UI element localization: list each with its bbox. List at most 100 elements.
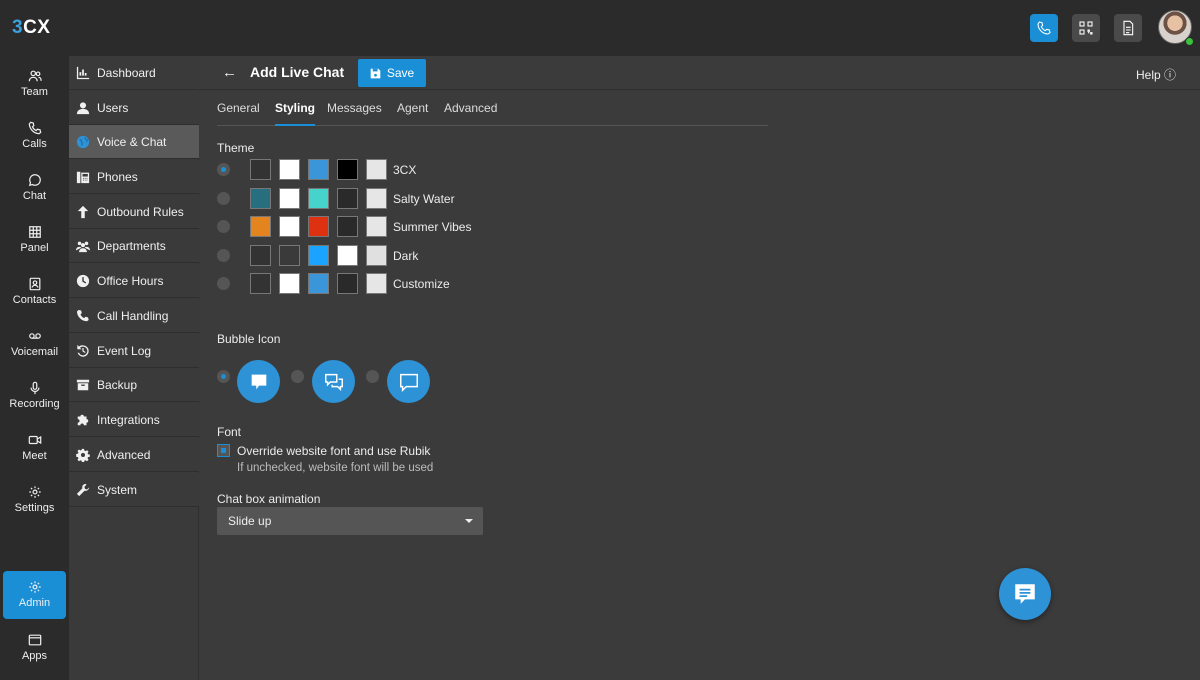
theme-swatch [308, 273, 329, 295]
nav-item-departments[interactable]: Departments [69, 229, 199, 263]
nav-item-backup[interactable]: Backup [69, 368, 199, 402]
nav-item-dashboard[interactable]: Dashboard [69, 56, 199, 90]
bubble-icon-radio-1[interactable] [217, 370, 230, 383]
nav-item-voice-chat[interactable]: Voice & Chat [69, 125, 199, 159]
theme-radio-3[interactable] [217, 220, 230, 234]
rail-item-chat[interactable]: Chat [0, 164, 69, 214]
rail-item-label: Admin [18, 597, 51, 609]
rail-item-settings[interactable]: Settings [0, 476, 69, 526]
puzzle-icon [77, 414, 89, 425]
rail-item-contacts[interactable]: Contacts [0, 268, 69, 318]
nav-item-label: Phones [97, 169, 138, 184]
nav-item-event-log[interactable]: Event Log [69, 334, 199, 368]
theme-swatch [366, 216, 387, 238]
theme-name-label[interactable]: Summer Vibes [393, 220, 471, 234]
tab-advanced[interactable]: Advanced [444, 101, 497, 126]
back-arrow-icon[interactable]: ← [222, 64, 237, 81]
nav-item-label: Outbound Rules [97, 204, 184, 219]
chat-bubble-filled-icon [251, 374, 266, 389]
theme-swatch [337, 244, 358, 266]
bubble-option-1[interactable] [237, 360, 280, 403]
qr-code-button[interactable] [1072, 14, 1100, 42]
theme-name-label[interactable]: 3CX [393, 163, 416, 177]
nav-item-label: Call Handling [97, 308, 169, 323]
save-button[interactable]: Save [358, 59, 426, 87]
rail-item-label: Settings [14, 502, 55, 514]
tab-styling[interactable]: Styling [275, 101, 316, 126]
app-logo[interactable]: 3CX [12, 17, 50, 39]
theme-radio-1[interactable] [217, 163, 230, 176]
theme-name-label[interactable]: Salty Water [393, 192, 455, 206]
phone-icon [1037, 21, 1051, 35]
help-link[interactable]: Help ⓘ [1136, 66, 1176, 83]
nav-item-label: Users [97, 100, 129, 115]
chat-box-animation-select[interactable]: Slide up [217, 507, 483, 535]
nav-item-label: Voice & Chat [97, 134, 167, 149]
arrow-up-icon [77, 205, 89, 218]
rail-item-admin[interactable]: Admin [3, 571, 66, 619]
theme-swatch [308, 244, 329, 266]
window-icon [28, 634, 41, 646]
tab-messages[interactable]: Messages [327, 101, 382, 126]
font-label: Font [217, 425, 242, 439]
tab-bar: General Styling Messages Agent Advanced [217, 96, 768, 126]
rail-item-meet[interactable]: Meet [0, 424, 69, 474]
override-font-label[interactable]: Override website font and use Rubik [237, 444, 430, 458]
top-bar: 3CX [0, 0, 1200, 56]
select-value: Slide up [228, 514, 272, 528]
rail-item-voicemail[interactable]: Voicemail [0, 320, 69, 370]
nav-item-advanced[interactable]: Advanced [69, 438, 199, 472]
rail-item-apps[interactable]: Apps [0, 624, 69, 674]
theme-name-label[interactable]: Dark [393, 249, 418, 263]
nav-item-system[interactable]: System [69, 473, 199, 507]
grid-icon [28, 226, 41, 238]
theme-radio-5[interactable] [217, 277, 230, 291]
rail-item-calls[interactable]: Calls [0, 112, 69, 162]
theme-swatch [250, 244, 271, 266]
document-button[interactable] [1114, 14, 1142, 42]
bubble-option-2[interactable] [312, 360, 355, 403]
desk-phone-icon [76, 171, 90, 183]
rail-item-label: Meet [22, 450, 47, 462]
page-header: ← Add Live Chat Save Help ⓘ [200, 56, 1200, 90]
live-chat-preview-button[interactable] [999, 568, 1051, 620]
chat-bubble-outline-icon [399, 373, 418, 392]
theme-swatch [279, 273, 300, 295]
nav-item-outbound-rules[interactable]: Outbound Rules [69, 195, 199, 229]
theme-swatch [250, 216, 271, 238]
phone-button[interactable] [1030, 14, 1058, 42]
bubble-icon-radio-3[interactable] [366, 370, 379, 383]
tab-agent[interactable]: Agent [397, 101, 428, 126]
nav-item-office-hours[interactable]: Office Hours [69, 264, 199, 298]
theme-swatch [279, 187, 300, 209]
rail-item-recording[interactable]: Recording [0, 372, 69, 422]
bubble-option-3[interactable] [387, 360, 430, 403]
nav-item-label: Integrations [97, 412, 160, 427]
left-rail: Team Calls Chat Panel Contacts Voicemail… [0, 56, 69, 680]
rail-item-label: Panel [20, 242, 49, 254]
nav-item-label: Backup [97, 377, 138, 392]
clock-icon [76, 274, 90, 287]
theme-swatch [250, 187, 271, 209]
nav-item-users[interactable]: Users [69, 91, 199, 125]
tab-general[interactable]: General [217, 101, 260, 126]
rail-item-panel[interactable]: Panel [0, 216, 69, 266]
rail-item-label: Apps [21, 650, 48, 662]
theme-swatch [279, 216, 300, 238]
override-font-checkbox[interactable] [217, 444, 230, 457]
nav-item-phones[interactable]: Phones [69, 160, 199, 194]
nav-item-call-handling[interactable]: Call Handling [69, 299, 199, 333]
user-icon [76, 101, 90, 114]
bubble-icon-radio-2[interactable] [291, 370, 304, 383]
theme-swatch [337, 273, 358, 295]
theme-name-label[interactable]: Customize [393, 277, 450, 291]
theme-radio-2[interactable] [217, 191, 230, 205]
nav-item-integrations[interactable]: Integrations [69, 403, 199, 437]
rail-item-label: Contacts [12, 294, 57, 306]
globe-icon [76, 135, 90, 148]
archive-icon [76, 379, 90, 390]
gear-icon [28, 486, 41, 498]
theme-radio-4[interactable] [217, 248, 230, 262]
rail-item-team[interactable]: Team [0, 60, 69, 110]
cog-icon [76, 448, 90, 462]
